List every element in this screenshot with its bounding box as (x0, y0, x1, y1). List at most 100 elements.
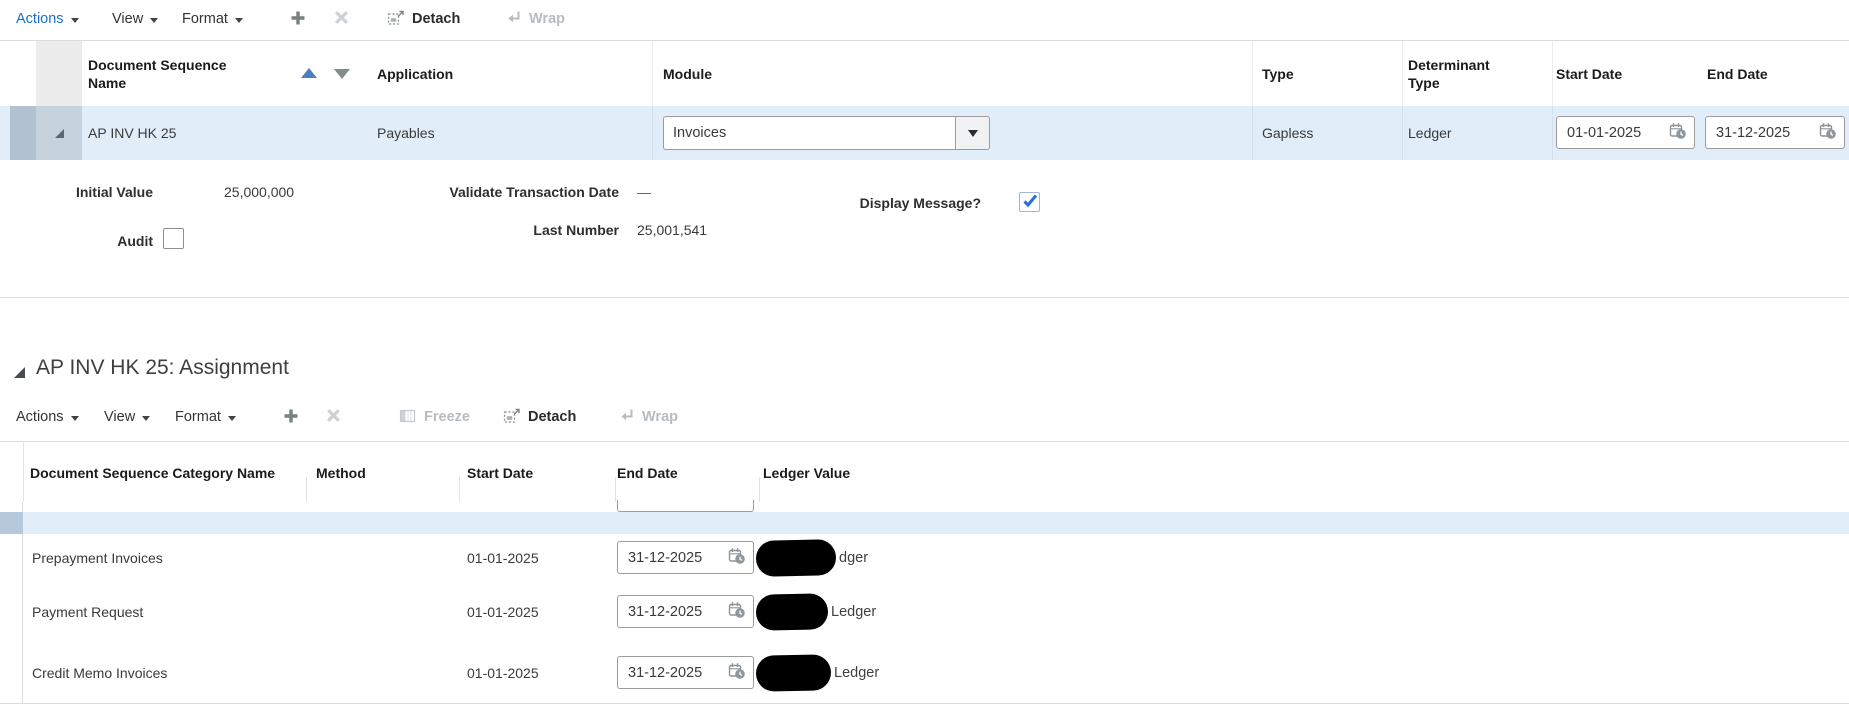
freeze-button[interactable]: Freeze (399, 400, 470, 434)
close-icon (334, 10, 349, 28)
checkmark-icon (1022, 194, 1038, 211)
ledger-value-text: Ledger (834, 665, 880, 681)
calendar-clock-icon[interactable] (728, 662, 746, 684)
assignment-row[interactable]: Prepayment Invoices 01-01-2025 31-12-202… (0, 534, 1849, 582)
wrap-button[interactable]: Wrap (618, 400, 678, 434)
row-selector-cell[interactable] (0, 512, 23, 534)
view-menu-label: View (104, 409, 136, 425)
delete-row-button[interactable] (334, 0, 349, 38)
end-date-input[interactable]: 31-12-2025 (617, 595, 754, 628)
last-number: 25,001,541 (637, 222, 708, 238)
calendar-clock-icon[interactable] (1669, 122, 1687, 144)
end-date-input[interactable]: 31-12-2025 (1705, 116, 1845, 149)
assignment-row[interactable]: Credit Memo Invoices 01-01-2025 31-12-20… (0, 643, 1849, 704)
start-date-value: 01-01-2025 (1567, 124, 1642, 141)
row-selector-cell[interactable] (0, 581, 23, 643)
actions-menu[interactable]: Actions (16, 0, 79, 38)
display-message-label: Display Message? (859, 195, 981, 211)
column-header-end-date[interactable]: End Date (1707, 41, 1768, 107)
section-divider (0, 297, 1849, 298)
column-header-method[interactable]: Method (316, 442, 366, 503)
module-dropdown[interactable]: Invoices (663, 116, 990, 150)
detach-button[interactable]: Detach (387, 0, 460, 38)
wrap-button[interactable]: Wrap (505, 0, 565, 38)
close-icon (326, 408, 341, 426)
module-dropdown-value: Invoices (663, 116, 955, 150)
format-menu-label: Format (175, 409, 221, 425)
delete-row-button[interactable] (326, 400, 341, 434)
detach-icon (387, 9, 405, 30)
column-header-ledger-value[interactable]: Ledger Value (763, 442, 850, 503)
add-row-button[interactable] (290, 0, 306, 38)
chevron-down-icon (70, 415, 79, 421)
column-header-start-date[interactable]: Start Date (1556, 41, 1622, 107)
wrap-icon (618, 407, 635, 427)
row-expander-cell[interactable] (36, 106, 82, 160)
column-header-type[interactable]: Type (1262, 41, 1294, 107)
end-date-value: 31-12-2025 (628, 603, 703, 620)
row-selector-cell[interactable] (10, 106, 36, 160)
chevron-down-icon (142, 415, 151, 421)
actions-menu[interactable]: Actions (16, 400, 79, 434)
audit-checkbox[interactable] (163, 228, 184, 249)
sort-ascending-icon[interactable] (301, 68, 317, 78)
sort-descending-icon[interactable] (334, 69, 350, 79)
section-collapse-icon[interactable] (14, 367, 25, 378)
cell-category-name: Credit Memo Invoices (32, 665, 168, 681)
calendar-clock-icon[interactable] (728, 601, 746, 623)
column-header-determinant-type[interactable]: Determinant Type (1408, 41, 1520, 107)
format-menu-label: Format (182, 11, 228, 27)
add-row-button[interactable] (283, 400, 299, 434)
chevron-down-icon (967, 129, 978, 137)
initial-value-label: Initial Value (75, 184, 153, 200)
freeze-button-label: Freeze (424, 409, 470, 425)
wrap-button-label: Wrap (642, 409, 678, 425)
end-date-value: 31-12-2025 (628, 664, 703, 681)
column-header-application[interactable]: Application (377, 41, 453, 107)
row-expanded-icon (54, 128, 64, 138)
column-header-start-date[interactable]: Start Date (467, 442, 533, 503)
format-menu[interactable]: Format (175, 400, 236, 434)
sequence-row-selected[interactable]: AP INV HK 25 Payables Invoices Gapless L… (0, 106, 1849, 160)
view-menu[interactable]: View (112, 0, 159, 38)
column-header-category-name[interactable]: Document Sequence Category Name (30, 442, 280, 503)
plus-icon (283, 408, 299, 427)
cell-ledger-value: Ledger (755, 643, 880, 703)
view-menu[interactable]: View (104, 400, 151, 434)
detach-button-label: Detach (528, 409, 577, 425)
row-selector-cell[interactable] (0, 534, 23, 581)
view-menu-label: View (112, 11, 144, 27)
start-date-input[interactable]: 01-01-2025 (1556, 116, 1695, 149)
ledger-value-text: Ledger (831, 604, 877, 620)
calendar-clock-icon[interactable] (728, 547, 746, 569)
cell-type: Gapless (1262, 125, 1314, 141)
actions-menu-label: Actions (16, 409, 64, 425)
detach-icon (503, 407, 521, 428)
chevron-down-icon (234, 17, 243, 23)
redaction-mark (755, 538, 837, 577)
redaction-mark (755, 593, 829, 631)
actions-menu-label: Actions (16, 11, 64, 27)
format-menu[interactable]: Format (182, 0, 243, 38)
row-expander-header-cell (36, 41, 82, 107)
freeze-icon (399, 407, 417, 428)
cell-start-date: 01-01-2025 (467, 665, 539, 681)
clipped-date-input[interactable] (617, 500, 754, 512)
calendar-clock-icon[interactable] (1819, 122, 1837, 144)
end-date-input[interactable]: 31-12-2025 (617, 656, 754, 689)
assignment-row[interactable]: Payment Request 01-01-2025 31-12-2025 Le… (0, 581, 1849, 644)
row-selector-cell[interactable] (0, 643, 23, 703)
ledger-value-text: dger (839, 549, 869, 566)
detach-button[interactable]: Detach (503, 400, 576, 434)
column-header-end-date[interactable]: End Date (617, 442, 678, 503)
column-header-name[interactable]: Document Sequence Name (88, 41, 263, 107)
assignment-row-partial-selected[interactable] (0, 512, 1849, 534)
cell-start-date: 01-01-2025 (467, 549, 539, 566)
audit-label: Audit (117, 233, 153, 249)
cell-determinant-type: Ledger (1408, 125, 1452, 141)
end-date-input[interactable]: 31-12-2025 (617, 541, 754, 574)
module-dropdown-button[interactable] (955, 116, 990, 150)
column-header-module[interactable]: Module (663, 41, 712, 107)
cell-application: Payables (377, 125, 435, 141)
display-message-checkbox[interactable] (1019, 192, 1040, 212)
